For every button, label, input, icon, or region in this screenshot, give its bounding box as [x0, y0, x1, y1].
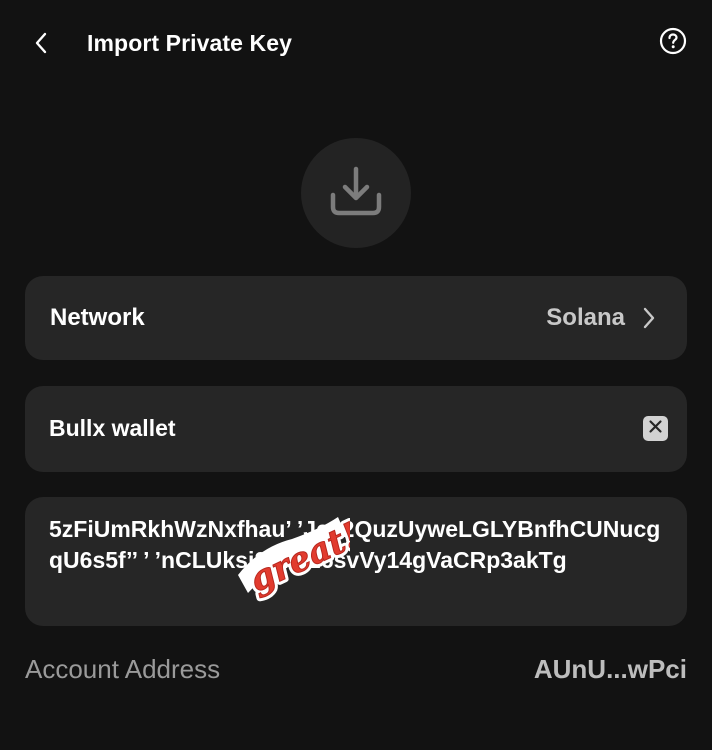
network-label: Network: [50, 304, 145, 331]
help-circle-icon: [659, 27, 687, 60]
wallet-name-field: [25, 386, 687, 472]
page-title: Import Private Key: [87, 30, 293, 56]
header: Import Private Key: [0, 0, 712, 90]
download-icon: [328, 163, 384, 224]
network-selector[interactable]: Network Solana: [25, 276, 687, 360]
private-key-field[interactable]: 5zFiUmRkhWzNxfhau’ ’Je62QuzUyweLGLYBnfhC…: [25, 497, 687, 626]
clear-button[interactable]: [643, 416, 668, 441]
account-address-label: Account Address: [25, 654, 221, 684]
great-sticker: great! great!: [230, 505, 369, 605]
network-value: Solana: [546, 304, 625, 331]
wallet-name-input[interactable]: [49, 412, 609, 444]
account-address-value: AUnU...wPci: [533, 654, 687, 684]
help-button[interactable]: [658, 27, 688, 60]
svg-text:great!: great!: [243, 515, 350, 600]
chevron-left-icon: [33, 31, 49, 60]
back-button[interactable]: [26, 28, 56, 62]
chevron-right-icon: [639, 306, 659, 330]
import-hero-badge: [301, 138, 411, 248]
close-icon: [648, 419, 663, 439]
private-key-value: 5zFiUmRkhWzNxfhau’ ’Je62QuzUyweLGLYBnfhC…: [49, 516, 661, 573]
